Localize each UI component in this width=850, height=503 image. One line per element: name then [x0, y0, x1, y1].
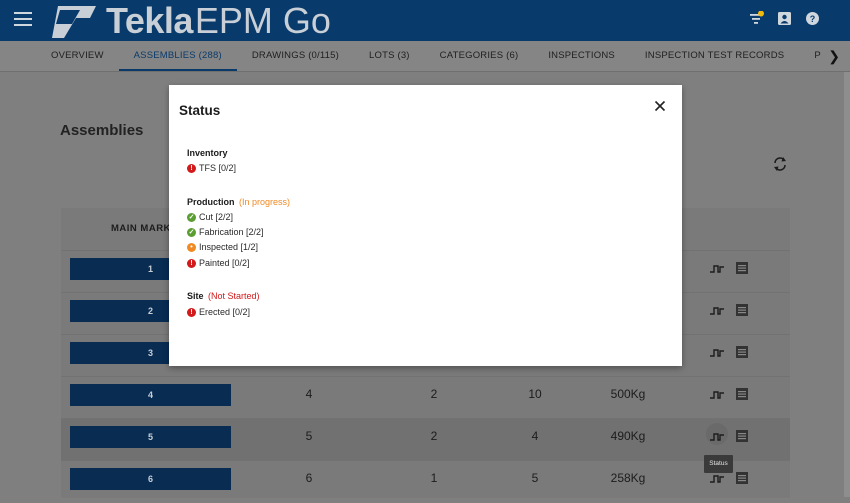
dialog-title: Status [179, 103, 221, 118]
main-mark-button[interactable]: 4 [70, 384, 231, 406]
count-cell: 1 [430, 471, 438, 485]
status-item: ! Erected [0/2] [187, 307, 250, 317]
document-icon[interactable] [735, 345, 749, 359]
refresh-icon[interactable] [772, 156, 788, 172]
quantity-cell: 4 [305, 387, 313, 401]
product-name: EPM Go [194, 0, 331, 41]
status-item-label: Inspected [1/2] [199, 242, 259, 252]
status-icon[interactable] [709, 261, 725, 277]
weight-cell: 490Kg [610, 429, 646, 443]
quantity-cell: 6 [305, 471, 313, 485]
status-item-label: Fabrication [2/2] [199, 227, 264, 237]
status-icon[interactable] [709, 429, 725, 445]
count-cell: 2 [430, 387, 438, 401]
tab-inspection-test-records[interactable]: INSPECTION TEST RECORDS [630, 41, 799, 71]
app-logo: Tekla EPM Go [50, 0, 331, 41]
count-cell: 5 [531, 471, 539, 485]
error-icon: ! [187, 307, 196, 317]
weight-cell: 258Kg [610, 471, 646, 485]
tab-assemblies[interactable]: ASSEMBLIES (288) [118, 41, 237, 71]
account-box-icon[interactable] [777, 11, 792, 26]
section-production: Production (In progress) [187, 197, 290, 207]
scrollbar[interactable] [844, 72, 850, 497]
count-cell: 2 [430, 429, 438, 443]
tekla-logo-icon [52, 6, 96, 38]
status-icon[interactable] [709, 387, 725, 403]
hamburger-menu-icon[interactable] [14, 12, 32, 28]
table-row: 5 5 2 4 490Kg [61, 418, 790, 461]
check-icon: ✓ [187, 227, 196, 237]
tab-lots[interactable]: LOTS (3) [354, 41, 425, 71]
count-cell: 10 [528, 387, 542, 401]
status-tooltip: Status [704, 455, 733, 473]
document-icon[interactable] [735, 303, 749, 317]
status-item-label: Erected [0/2] [199, 307, 251, 317]
document-icon[interactable] [735, 387, 749, 401]
tab-bar: OVERVIEW ASSEMBLIES (288) DRAWINGS (0/11… [0, 41, 850, 72]
document-icon[interactable] [735, 471, 749, 485]
filter-icon[interactable] [749, 10, 764, 26]
section-inventory: Inventory [187, 148, 228, 158]
tab-overview[interactable]: OVERVIEW [36, 41, 119, 71]
help-icon[interactable]: ? [805, 11, 820, 26]
tab-prepared-cut-lists[interactable]: PREPARED CUT LISTS [799, 41, 821, 71]
section-status: (Not Started) [208, 291, 260, 301]
status-icon[interactable] [709, 471, 725, 487]
in-progress-icon: • [187, 242, 196, 252]
status-item: ! Painted [0/2] [187, 258, 250, 268]
status-item-label: TFS [0/2] [199, 163, 237, 173]
error-icon: ! [187, 258, 196, 268]
error-icon: ! [187, 163, 196, 173]
section-status: (In progress) [239, 197, 291, 207]
app-header: Tekla EPM Go ? [0, 0, 850, 41]
quantity-cell: 5 [305, 429, 313, 443]
chevron-right-icon[interactable]: ❯ [828, 48, 840, 65]
table-row: 4 4 2 10 500Kg [61, 376, 790, 419]
close-icon[interactable] [654, 99, 666, 112]
section-label: Production [187, 197, 235, 207]
status-item: ✓ Cut [2/2] [187, 212, 233, 222]
section-site: Site (Not Started) [187, 291, 260, 301]
svg-text:?: ? [810, 14, 816, 24]
section-label: Inventory [187, 148, 228, 158]
main-mark-button[interactable]: 5 [70, 426, 231, 448]
weight-cell: 500Kg [610, 387, 646, 401]
status-item: ✓ Fabrication [2/2] [187, 227, 264, 237]
status-icon[interactable] [709, 303, 725, 319]
brand-name: Tekla [106, 0, 193, 41]
status-item-label: Painted [0/2] [199, 258, 250, 268]
status-item: ! TFS [0/2] [187, 163, 236, 173]
main-mark-button[interactable]: 6 [70, 468, 231, 490]
section-label: Site [187, 291, 204, 301]
status-icon[interactable] [709, 345, 725, 361]
document-icon[interactable] [735, 261, 749, 275]
page-title: Assemblies [60, 122, 144, 139]
check-icon: ✓ [187, 212, 196, 222]
document-icon[interactable] [735, 429, 749, 443]
count-cell: 4 [531, 429, 539, 443]
column-header-main-mark[interactable]: MAIN MARK [111, 223, 171, 234]
tab-inspections[interactable]: INSPECTIONS [533, 41, 630, 71]
status-item-label: Cut [2/2] [199, 212, 234, 222]
tab-categories[interactable]: CATEGORIES (6) [425, 41, 534, 71]
status-dialog: Status Inventory ! TFS [0/2] Production … [169, 85, 682, 366]
tab-drawings[interactable]: DRAWINGS (0/115) [237, 41, 354, 71]
status-item: • Inspected [1/2] [187, 242, 258, 252]
